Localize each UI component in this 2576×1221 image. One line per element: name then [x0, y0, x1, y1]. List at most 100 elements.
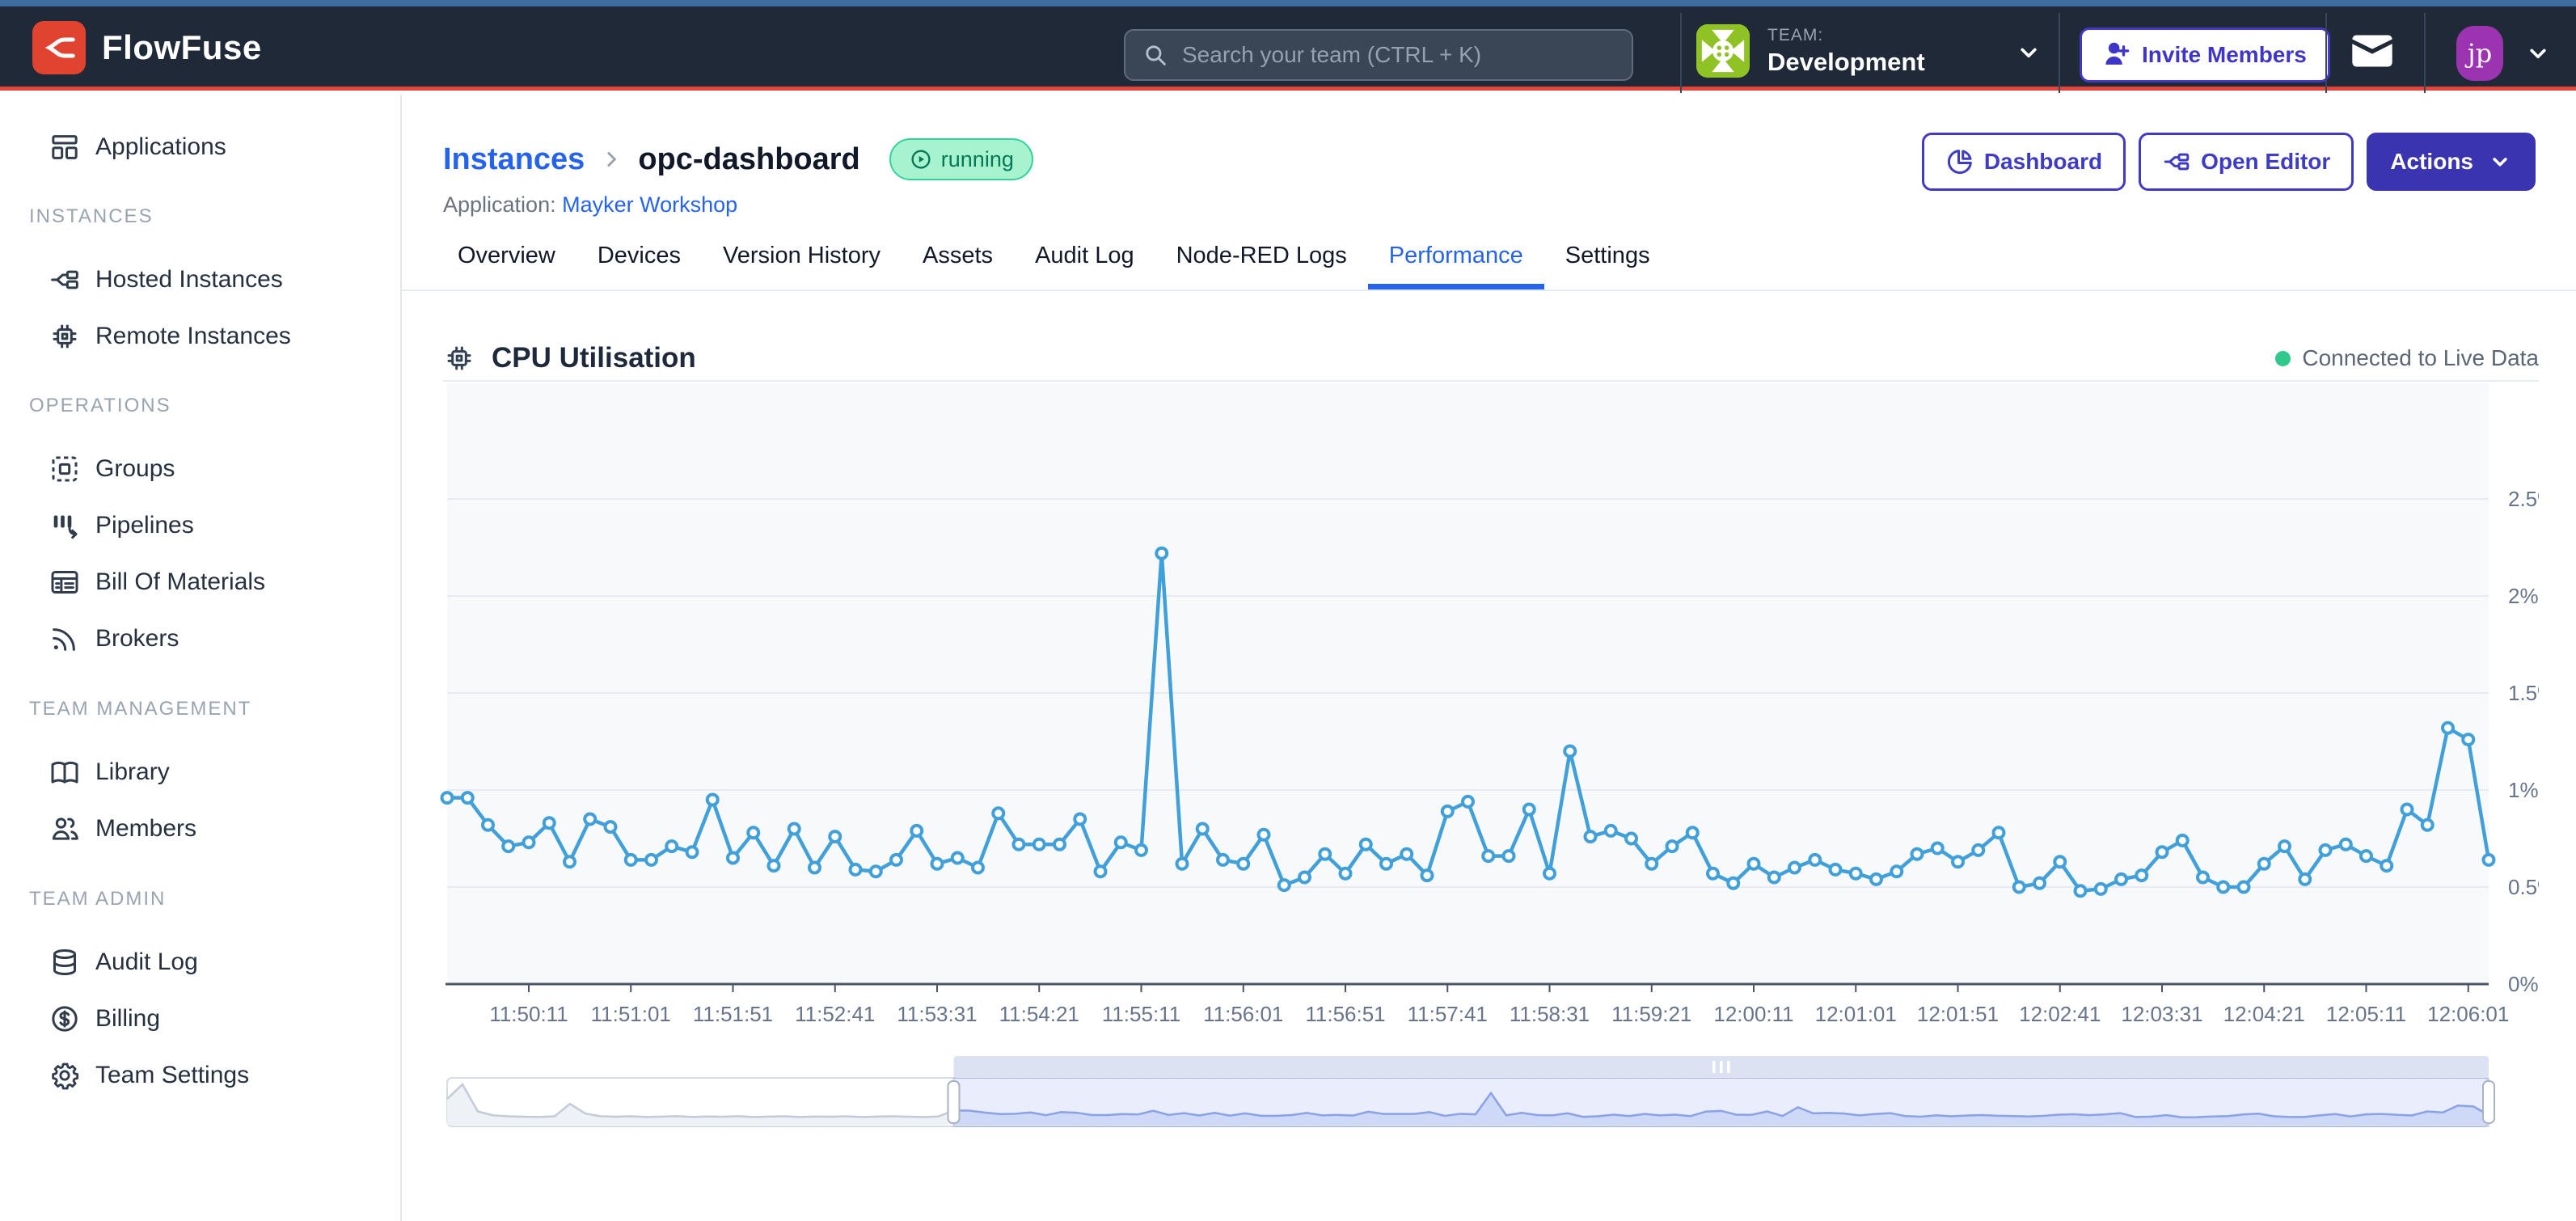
data-point — [646, 855, 657, 865]
tab-version-history[interactable]: Version History — [702, 228, 902, 289]
cpu-chip-icon — [49, 320, 81, 353]
data-point — [1116, 837, 1126, 847]
data-point — [1769, 872, 1780, 883]
data-point — [809, 863, 820, 873]
data-point — [1626, 834, 1636, 844]
navbar-divider — [2424, 13, 2426, 93]
actions-button[interactable]: Actions — [2367, 133, 2536, 191]
window-top-strip — [0, 0, 2576, 6]
data-point — [585, 814, 595, 825]
data-point — [1197, 824, 1208, 834]
x-tick-label: 12:01:01 — [1815, 1002, 1897, 1026]
data-point — [1606, 826, 1616, 836]
mail-icon[interactable] — [2351, 34, 2393, 68]
table-card-icon — [49, 566, 81, 598]
chart-brush[interactable] — [437, 1051, 2539, 1136]
brush-handle-right[interactable] — [2483, 1081, 2494, 1123]
data-point — [544, 818, 555, 828]
tab-assets[interactable]: Assets — [902, 228, 1014, 289]
invite-members-button[interactable]: Invite Members — [2080, 27, 2330, 82]
sidebar-item-team-settings[interactable]: Team Settings — [0, 1047, 400, 1104]
team-avatar-identicon — [1696, 24, 1750, 78]
cpu-chart-svg[interactable]: 0%0.5%1%1.5%2%2.5%11:50:1111:51:0111:51:… — [437, 382, 2539, 1029]
sidebar-item-billing[interactable]: Billing — [0, 991, 400, 1047]
data-point — [2218, 882, 2228, 893]
data-point — [1728, 878, 1738, 889]
data-point — [1708, 868, 1718, 879]
application-link[interactable]: Mayker Workshop — [562, 192, 737, 217]
data-point — [1810, 855, 1820, 865]
data-point — [871, 866, 881, 877]
data-point — [1524, 805, 1535, 815]
tab-node-red-logs[interactable]: Node-RED Logs — [1155, 228, 1368, 289]
sidebar-item-brokers[interactable]: Brokers — [0, 610, 400, 667]
data-point — [1953, 856, 1963, 867]
sidebar-item-pipelines[interactable]: Pipelines — [0, 497, 400, 554]
y-tick-label: 2.5% — [2508, 487, 2539, 511]
tab-overview[interactable]: Overview — [437, 228, 576, 289]
navbar-divider — [1680, 13, 1682, 93]
dashboard-button-label: Dashboard — [1984, 149, 2102, 175]
navbar-divider — [2059, 13, 2060, 93]
data-point — [666, 841, 677, 851]
instance-name: opc-dashboard — [638, 142, 859, 177]
cpu-chip-icon — [443, 342, 475, 374]
data-point — [2259, 859, 2270, 869]
users-icon — [49, 813, 81, 845]
tab-devices[interactable]: Devices — [576, 228, 702, 289]
status-badge-label: running — [941, 147, 1014, 172]
data-point — [1075, 814, 1085, 825]
data-point — [1401, 849, 1412, 860]
data-point — [524, 837, 534, 847]
sidebar-item-bill-of-materials[interactable]: Bill Of Materials — [0, 554, 400, 610]
sidebar-item-members[interactable]: Members — [0, 801, 400, 857]
data-point — [687, 847, 698, 857]
data-point — [1851, 868, 1861, 879]
tab-settings[interactable]: Settings — [1544, 228, 1671, 289]
tab-audit-log[interactable]: Audit Log — [1014, 228, 1155, 289]
dollar-circle-icon — [49, 1003, 81, 1035]
brush-selection[interactable] — [954, 1078, 2489, 1126]
sidebar-item-remote-instances[interactable]: Remote Instances — [0, 308, 400, 365]
sidebar-item-label: Library — [95, 758, 170, 786]
team-search[interactable] — [1124, 29, 1633, 81]
data-point — [503, 841, 513, 851]
data-point — [911, 826, 922, 836]
breadcrumb: Instances opc-dashboard running — [443, 136, 1033, 183]
sidebar-item-label: Bill Of Materials — [95, 568, 265, 596]
sidebar-item-applications[interactable]: Applications — [0, 119, 400, 175]
breadcrumb-instances-link[interactable]: Instances — [443, 142, 585, 177]
pie-chart-icon — [1945, 147, 1974, 176]
data-point — [1463, 796, 1473, 807]
data-point — [2361, 851, 2371, 861]
team-selector[interactable]: TEAM: Development — [1696, 24, 1925, 78]
search-input[interactable] — [1182, 42, 1615, 68]
data-point — [1361, 839, 1371, 850]
user-menu[interactable]: jp — [2456, 26, 2552, 81]
sidebar-item-label: Applications — [95, 133, 226, 161]
sidebar-item-groups[interactable]: Groups — [0, 441, 400, 497]
dashboard-button[interactable]: Dashboard — [1922, 133, 2126, 191]
data-point — [2381, 860, 2392, 871]
application-row: Application: Mayker Workshop — [443, 192, 737, 218]
data-point — [1299, 872, 1310, 883]
data-point — [1341, 868, 1351, 879]
data-point — [462, 792, 473, 803]
x-tick-label: 12:02:41 — [2019, 1002, 2101, 1026]
sidebar-item-hosted-instances[interactable]: Hosted Instances — [0, 251, 400, 308]
brush-handle-left[interactable] — [948, 1081, 960, 1123]
x-tick-label: 12:06:01 — [2427, 1002, 2509, 1026]
data-point — [564, 856, 575, 867]
team-chevron-down-icon[interactable] — [2015, 39, 2042, 66]
tab-performance[interactable]: Performance — [1368, 228, 1544, 289]
data-point — [769, 860, 779, 871]
flowfuse-logo[interactable]: FlowFuse — [32, 21, 262, 74]
sidebar-item-library[interactable]: Library — [0, 744, 400, 801]
data-point — [1891, 866, 1902, 877]
x-tick-label: 11:59:21 — [1611, 1002, 1691, 1026]
y-tick-label: 1% — [2508, 778, 2539, 802]
sidebar-item-audit-log[interactable]: Audit Log — [0, 934, 400, 991]
data-point — [2239, 882, 2249, 893]
open-editor-button[interactable]: Open Editor — [2139, 133, 2354, 191]
sidebar-section-team-management: TEAM MANAGEMENT Library Members — [0, 697, 400, 857]
